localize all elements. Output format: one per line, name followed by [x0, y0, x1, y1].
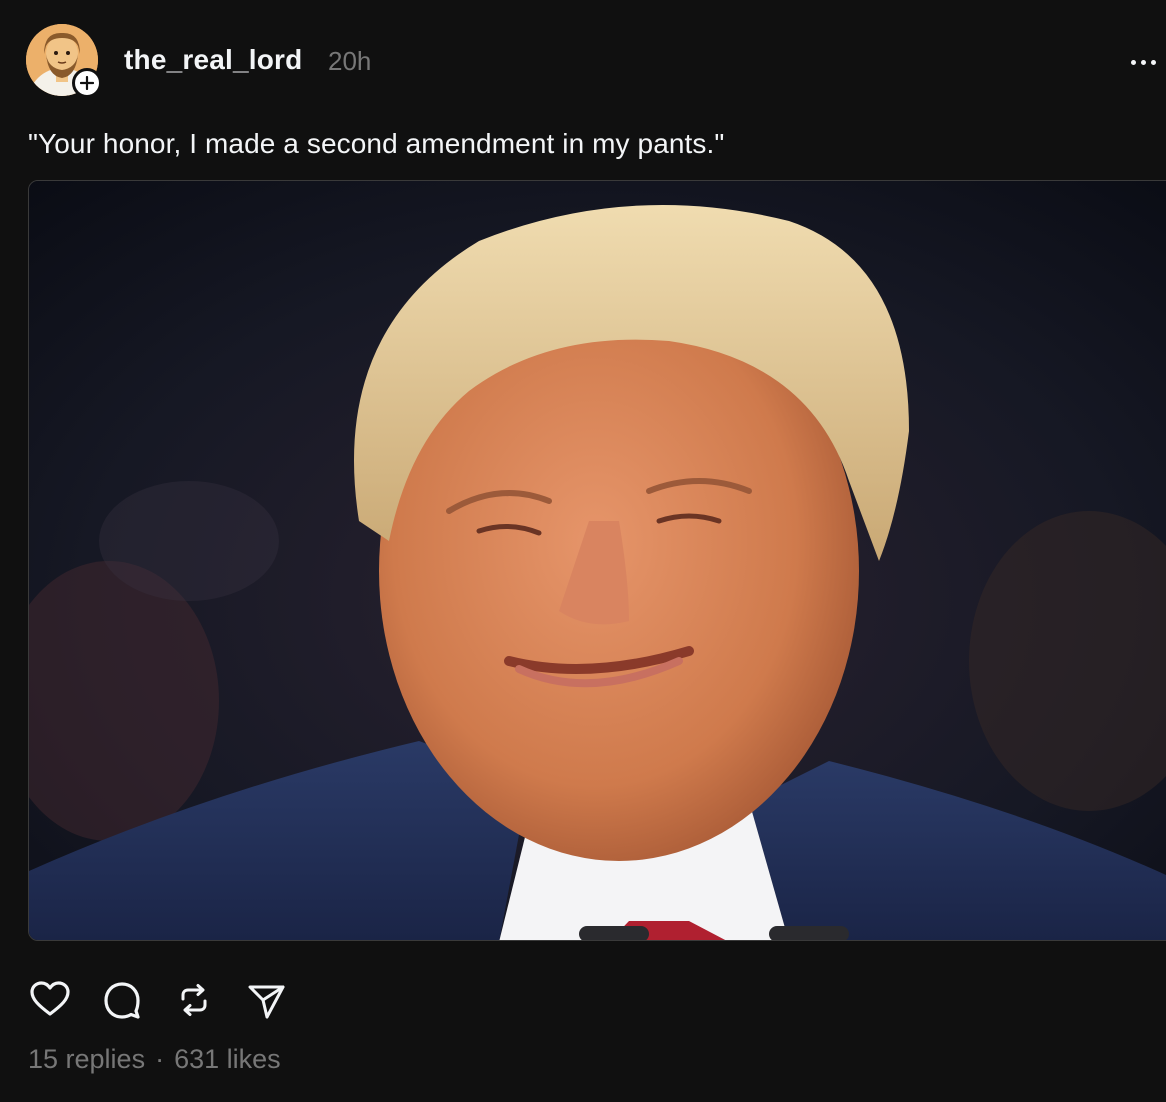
like-button[interactable] — [28, 978, 72, 1022]
avatar[interactable] — [26, 24, 102, 98]
repost-button[interactable] — [172, 978, 216, 1022]
reply-button[interactable] — [100, 978, 144, 1022]
more-options-icon-dot — [1131, 59, 1136, 65]
more-options-icon-dot — [1141, 59, 1146, 65]
post-image[interactable] — [28, 180, 1166, 941]
heart-icon — [30, 981, 70, 1016]
send-icon — [248, 985, 285, 1019]
share-button[interactable] — [244, 978, 288, 1022]
post-header: the_real_lord 20h — [26, 24, 1156, 98]
follow-button[interactable] — [72, 68, 102, 98]
repost-icon — [181, 984, 207, 1016]
post-photo — [29, 181, 1166, 940]
comment-icon — [104, 982, 140, 1019]
stats-separator: · — [155, 1044, 165, 1074]
post-stats: 15 replies · 631 likes — [28, 1044, 281, 1075]
post-timestamp: 20h — [328, 46, 372, 76]
post-actions — [28, 978, 328, 1024]
username-link[interactable]: the_real_lord — [124, 44, 302, 76]
post-caption: "Your honor, I made a second amendment i… — [28, 128, 725, 159]
likes-count-link[interactable]: 631 likes — [174, 1044, 281, 1074]
plus-icon — [80, 76, 94, 90]
more-options-icon-dot — [1151, 59, 1156, 65]
more-options-button[interactable] — [1122, 52, 1156, 72]
replies-count-link[interactable]: 15 replies — [28, 1044, 145, 1074]
